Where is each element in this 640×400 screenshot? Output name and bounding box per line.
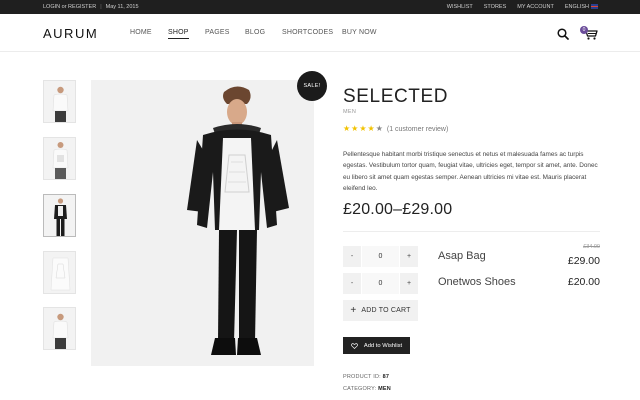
language-selector[interactable]: ENGLISH xyxy=(565,4,598,10)
add-to-wishlist-button[interactable]: Add to Wishlist xyxy=(343,337,410,354)
qty-input[interactable]: 0 xyxy=(361,273,400,294)
my-account-link[interactable]: MY ACCOUNT xyxy=(517,4,554,10)
nav-item-buy-now[interactable]: BUY NOW xyxy=(342,29,382,39)
qty-input[interactable]: 0 xyxy=(361,246,400,267)
top-bar-left: LOGIN or REGISTER | May 11, 2015 xyxy=(43,4,139,10)
star-icon: ★ xyxy=(351,124,359,133)
product-thumbnail[interactable] xyxy=(43,137,76,180)
star-icon: ★ xyxy=(367,124,375,133)
product-id-label: PRODUCT ID: xyxy=(343,374,381,380)
main-product-image[interactable] xyxy=(91,80,314,366)
nav-item-pages[interactable]: PAGES xyxy=(205,29,245,39)
category-label: CATEGORY: xyxy=(343,386,377,392)
product-description: Pellentesque habitant morbi tristique se… xyxy=(343,151,598,192)
star-rating: ★ ★ ★ ★ ★ xyxy=(343,125,383,133)
nav-item-blog[interactable]: BLOG xyxy=(245,29,282,39)
nav-item-shortcodes[interactable]: SHORTCODES xyxy=(282,29,342,39)
product-rating: ★ ★ ★ ★ ★ (1 customer review) xyxy=(343,125,448,133)
login-register-link[interactable]: LOGIN or REGISTER xyxy=(43,4,96,10)
plus-icon: + xyxy=(350,304,357,316)
product-id-value: 87 xyxy=(382,374,390,380)
review-link[interactable]: (1 customer review) xyxy=(387,126,448,133)
star-icon: ★ xyxy=(343,124,351,133)
sale-badge: SALE! xyxy=(297,71,327,101)
qty-increase-button[interactable]: + xyxy=(400,273,418,294)
search-icon[interactable] xyxy=(557,28,569,40)
qty-increase-button[interactable]: + xyxy=(400,246,418,267)
star-icon: ★ xyxy=(359,124,367,133)
product-thumbnail[interactable] xyxy=(43,251,76,294)
flag-icon xyxy=(591,4,598,9)
qty-decrease-button[interactable]: - xyxy=(343,273,361,294)
grouped-product-name[interactable]: Asap Bag xyxy=(438,250,486,262)
main-nav: HOME SHOP PAGES BLOG SHORTCODES BUY NOW xyxy=(130,29,382,39)
nav-item-shop[interactable]: SHOP xyxy=(168,29,189,39)
cart-count-badge: 0 xyxy=(580,26,588,34)
star-icon: ★ xyxy=(375,124,383,133)
separator: | xyxy=(100,4,102,10)
main-header: AURUM HOME SHOP PAGES BLOG SHORTCODES BU… xyxy=(0,14,640,52)
stores-link[interactable]: STORES xyxy=(484,4,507,10)
top-bar-right: WISHLIST STORES MY ACCOUNT ENGLISH xyxy=(447,4,598,10)
product-title: SELECTED xyxy=(343,86,449,107)
price-range: £20.00–£29.00 xyxy=(343,201,453,218)
add-to-cart-button[interactable]: + ADD TO CART xyxy=(343,300,418,321)
top-bar: LOGIN or REGISTER | May 11, 2015 WISHLIS… xyxy=(0,0,640,14)
quantity-stepper: - 0 + xyxy=(343,246,418,267)
product-category[interactable]: MEN xyxy=(343,109,356,115)
old-price: £34.00 xyxy=(583,244,600,250)
language-label: ENGLISH xyxy=(564,4,589,10)
add-to-wishlist-label: Add to Wishlist xyxy=(363,342,403,349)
product-id: PRODUCT ID: 87 xyxy=(343,374,389,380)
category-link[interactable]: MEN xyxy=(378,386,391,392)
heart-icon xyxy=(350,342,358,349)
product-thumbnail[interactable] xyxy=(43,307,76,350)
product-thumbnail[interactable] xyxy=(43,80,76,123)
product-category-meta: CATEGORY: MEN xyxy=(343,386,391,392)
grouped-product-name[interactable]: Onetwos Shoes xyxy=(438,276,516,288)
wishlist-link[interactable]: WISHLIST xyxy=(447,4,473,10)
grouped-product-price: £29.00 xyxy=(567,255,600,267)
quantity-stepper: - 0 + xyxy=(343,273,418,294)
logo[interactable]: AURUM xyxy=(43,26,98,41)
add-to-cart-label: ADD TO CART xyxy=(361,307,411,314)
nav-item-home[interactable]: HOME xyxy=(130,29,168,39)
qty-decrease-button[interactable]: - xyxy=(343,246,361,267)
product-thumbnail[interactable] xyxy=(43,194,76,237)
grouped-product-price: £20.00 xyxy=(567,276,600,288)
divider xyxy=(343,231,600,232)
date-text: May 11, 2015 xyxy=(105,4,139,10)
